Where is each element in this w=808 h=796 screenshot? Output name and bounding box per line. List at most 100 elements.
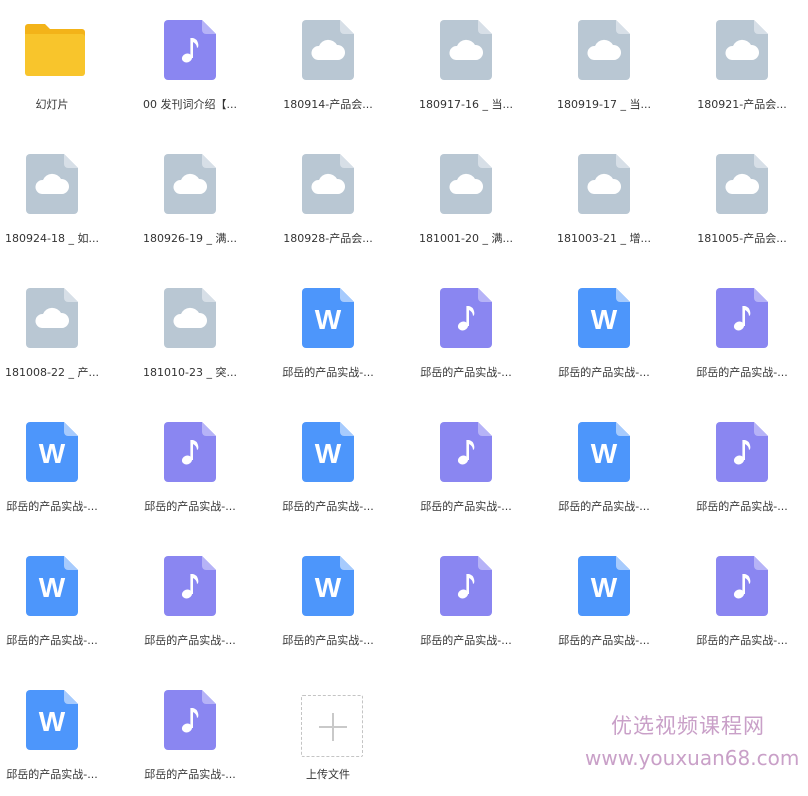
word-doc-icon: W [578, 556, 630, 616]
cloud-file-icon [578, 20, 630, 80]
file-item[interactable]: 邱岳的产品实战-... [677, 402, 807, 522]
word-letter: W [39, 706, 66, 737]
file-name: 180924-18 _ 如... [5, 232, 99, 245]
file-name: 180926-19 _ 满... [143, 232, 237, 245]
file-name: 邱岳的产品实战-... [696, 500, 788, 513]
music-note-icon [164, 690, 216, 750]
file-name: 180917-16 _ 当... [419, 98, 513, 111]
word-doc-icon: W [578, 422, 630, 482]
file-name: 邱岳的产品实战-... [282, 500, 374, 513]
file-name: 181003-21 _ 增... [557, 232, 651, 245]
file-item[interactable]: W 邱岳的产品实战-... [539, 268, 669, 388]
word-letter: W [39, 572, 66, 603]
file-name: 180919-17 _ 当... [557, 98, 651, 111]
file-name: 邱岳的产品实战-... [420, 634, 512, 647]
cloud-file-icon [26, 154, 78, 214]
file-name: 00 发刊词介绍【... [143, 98, 237, 111]
file-name: 邱岳的产品实战-... [144, 634, 236, 647]
file-item[interactable]: 181010-23 _ 突... [125, 268, 255, 388]
file-item[interactable]: 00 发刊词介绍【... [125, 0, 255, 120]
word-letter: W [315, 572, 342, 603]
word-doc-icon: W [302, 556, 354, 616]
cloud-file-icon [716, 154, 768, 214]
word-doc-icon: W [578, 288, 630, 348]
file-item[interactable]: 邱岳的产品实战-... [125, 670, 255, 790]
file-item[interactable]: 180926-19 _ 满... [125, 134, 255, 254]
music-note-icon [440, 288, 492, 348]
file-item[interactable]: 邱岳的产品实战-... [677, 536, 807, 656]
word-letter: W [315, 438, 342, 469]
file-item[interactable]: W 邱岳的产品实战-... [263, 536, 393, 656]
word-letter: W [591, 304, 618, 335]
file-item[interactable]: 邱岳的产品实战-... [125, 402, 255, 522]
word-letter: W [315, 304, 342, 335]
word-doc-icon: W [26, 422, 78, 482]
cloud-file-icon [302, 20, 354, 80]
music-note-icon [716, 288, 768, 348]
file-item[interactable]: 180921-产品会... [677, 0, 807, 120]
file-item[interactable]: 181001-20 _ 满... [401, 134, 531, 254]
cloud-file-icon [578, 154, 630, 214]
file-item[interactable]: 180928-产品会... [263, 134, 393, 254]
cloud-file-icon [164, 154, 216, 214]
file-name: 幻灯片 [35, 98, 69, 111]
file-item[interactable]: 邱岳的产品实战-... [401, 402, 531, 522]
file-name: 181010-23 _ 突... [143, 366, 237, 379]
file-name: 180914-产品会... [283, 98, 373, 111]
file-item[interactable]: W 邱岳的产品实战-... [0, 402, 117, 522]
file-item[interactable]: 180917-16 _ 当... [401, 0, 531, 120]
cloud-file-icon [440, 20, 492, 80]
file-grid: 幻灯片 00 发刊词介绍【... 180914-产品会... 180917-16 _ … [0, 0, 808, 796]
file-item[interactable]: 181008-22 _ 产... [0, 268, 117, 388]
plus-icon [301, 695, 363, 757]
cloud-file-icon [716, 20, 768, 80]
file-name: 邱岳的产品实战-... [696, 366, 788, 379]
file-name: 邱岳的产品实战-... [558, 634, 650, 647]
file-item[interactable]: 180924-18 _ 如... [0, 134, 117, 254]
file-name: 181008-22 _ 产... [5, 366, 99, 379]
file-item[interactable]: W 邱岳的产品实战-... [263, 268, 393, 388]
file-item[interactable]: 邱岳的产品实战-... [401, 268, 531, 388]
file-item[interactable]: W 邱岳的产品实战-... [0, 536, 117, 656]
word-doc-icon: W [302, 288, 354, 348]
music-note-icon [164, 556, 216, 616]
file-item[interactable]: 幻灯片 [0, 0, 117, 120]
file-item[interactable]: 181003-21 _ 增... [539, 134, 669, 254]
word-letter: W [39, 438, 66, 469]
file-name: 上传文件 [306, 768, 350, 781]
file-item[interactable]: W 邱岳的产品实战-... [263, 402, 393, 522]
file-item[interactable]: 上传文件 [263, 670, 393, 790]
file-name: 邱岳的产品实战-... [144, 500, 236, 513]
file-name: 181001-20 _ 满... [419, 232, 513, 245]
file-name: 邱岳的产品实战-... [282, 634, 374, 647]
file-name: 邱岳的产品实战-... [696, 634, 788, 647]
music-note-icon [716, 556, 768, 616]
music-note-icon [164, 20, 216, 80]
cloud-file-icon [164, 288, 216, 348]
word-letter: W [591, 438, 618, 469]
file-item[interactable]: 181005-产品会... [677, 134, 807, 254]
file-name: 邱岳的产品实战-... [6, 500, 98, 513]
file-item[interactable]: 180914-产品会... [263, 0, 393, 120]
word-doc-icon: W [302, 422, 354, 482]
file-item[interactable]: 180919-17 _ 当... [539, 0, 669, 120]
file-item[interactable]: 邱岳的产品实战-... [677, 268, 807, 388]
file-item[interactable]: W 邱岳的产品实战-... [539, 536, 669, 656]
file-name: 邱岳的产品实战-... [6, 634, 98, 647]
cloud-file-icon [440, 154, 492, 214]
file-name: 180921-产品会... [697, 98, 787, 111]
music-note-icon [440, 556, 492, 616]
file-item[interactable]: W 邱岳的产品实战-... [0, 670, 117, 790]
word-doc-icon: W [26, 556, 78, 616]
word-letter: W [591, 572, 618, 603]
word-doc-icon: W [26, 690, 78, 750]
music-note-icon [440, 422, 492, 482]
cloud-file-icon [302, 154, 354, 214]
file-name: 邱岳的产品实战-... [558, 366, 650, 379]
file-item[interactable]: 邱岳的产品实战-... [401, 536, 531, 656]
folder-icon [25, 24, 85, 76]
music-note-icon [716, 422, 768, 482]
file-name: 邱岳的产品实战-... [6, 768, 98, 781]
file-item[interactable]: 邱岳的产品实战-... [125, 536, 255, 656]
file-item[interactable]: W 邱岳的产品实战-... [539, 402, 669, 522]
